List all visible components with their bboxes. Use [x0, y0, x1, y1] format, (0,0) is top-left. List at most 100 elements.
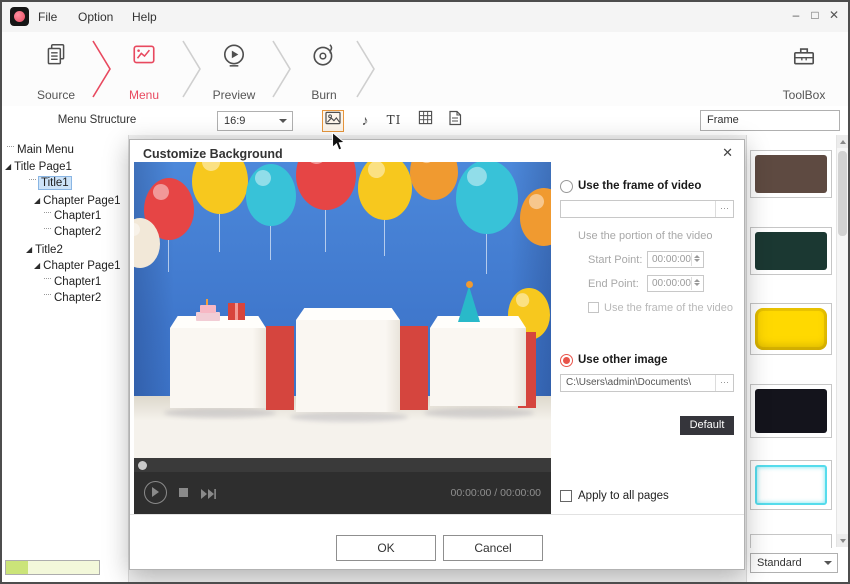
frame-grid-button[interactable]: [414, 110, 436, 132]
apply-all-label: Apply to all pages: [578, 490, 669, 502]
scroll-up-button[interactable]: [837, 135, 848, 148]
spinner-arrows: [691, 277, 702, 290]
expander-icon[interactable]: ◢: [34, 261, 40, 270]
step-preview[interactable]: Preview: [202, 40, 266, 102]
play-button[interactable]: [144, 481, 167, 504]
frame-thumbnail[interactable]: [750, 150, 832, 198]
text-button[interactable]: TI: [383, 110, 405, 132]
frame-swatch: [755, 155, 827, 193]
balloon-string: [325, 208, 326, 252]
tree-item-chapter2[interactable]: Chapter2: [44, 225, 101, 240]
balloon: [410, 162, 458, 200]
tree-item-title2[interactable]: ◢Title2: [26, 242, 63, 257]
scrollbar-thumb[interactable]: [838, 151, 847, 236]
spinner-arrows: [691, 253, 702, 266]
browse-image-button[interactable]: ···: [715, 375, 733, 391]
default-button[interactable]: Default: [680, 416, 734, 435]
expander-icon[interactable]: ◢: [34, 196, 40, 205]
tree-item-chapter-page1b[interactable]: ◢Chapter Page1: [34, 258, 121, 273]
tree-item-main-menu[interactable]: Main Menu: [7, 143, 74, 158]
tree-item-chapter1b[interactable]: Chapter1: [44, 275, 101, 290]
maximize-button[interactable]: □: [807, 2, 823, 32]
frame-style-value: Standard: [757, 554, 802, 572]
browse-video-button[interactable]: ···: [715, 201, 733, 217]
cube: [430, 328, 526, 406]
step-burn[interactable]: Burn: [292, 40, 356, 102]
close-window-button[interactable]: ✕: [826, 2, 842, 32]
spinner-down-icon[interactable]: [694, 259, 700, 262]
seek-bar[interactable]: [134, 458, 551, 472]
video-player: 00:00:00 / 00:00:00: [134, 162, 551, 514]
cube: [296, 320, 400, 412]
tree-item-label: Title Page1: [14, 161, 72, 173]
tree-item-chapter-page1[interactable]: ◢Chapter Page1: [34, 193, 121, 208]
cube-red-side: [266, 326, 294, 410]
frame-selector[interactable]: Frame: [700, 110, 840, 131]
tree-item-label: Chapter2: [54, 292, 101, 304]
portion-label: Use the portion of the video: [578, 230, 713, 242]
radio-use-frame-of-video[interactable]: [560, 180, 573, 193]
dialog-footer: OK Cancel: [130, 514, 744, 569]
image-icon: [325, 111, 341, 125]
spinner-up-icon[interactable]: [694, 255, 700, 258]
music-button[interactable]: ♪: [354, 110, 376, 132]
spinner-up-icon[interactable]: [694, 279, 700, 282]
video-frame-path-input[interactable]: ···: [560, 200, 734, 218]
aspect-ratio-dropdown[interactable]: 16:9: [217, 111, 293, 131]
end-point-spinner[interactable]: 00:00:00: [647, 275, 704, 292]
step-separator: [354, 39, 378, 99]
spinner-down-icon[interactable]: [694, 283, 700, 286]
use-frame-checkbox[interactable]: [588, 302, 599, 313]
tree-item-chapter1[interactable]: Chapter1: [44, 209, 101, 224]
minimize-button[interactable]: –: [788, 2, 804, 32]
step-menu[interactable]: Menu: [112, 40, 176, 102]
tree-item-label: Chapter Page1: [43, 260, 120, 272]
preview-icon: [221, 42, 247, 68]
scroll-down-button[interactable]: [837, 534, 848, 547]
grid-icon: [418, 110, 433, 125]
music-note-icon: ♪: [362, 112, 369, 128]
start-point-spinner[interactable]: 00:00:00: [647, 251, 704, 268]
tree-item-title1[interactable]: Title1: [29, 176, 71, 191]
step-toolbox[interactable]: ToolBox: [772, 40, 836, 102]
dialog-title: Customize Background: [143, 147, 283, 161]
video-preview: [134, 162, 551, 458]
menu-help[interactable]: Help: [128, 2, 161, 32]
tree-line: [44, 294, 51, 298]
seek-handle[interactable]: [138, 461, 147, 470]
stop-button[interactable]: [179, 488, 188, 497]
party-hat: [458, 286, 480, 322]
ok-button[interactable]: OK: [336, 535, 436, 561]
menu-option[interactable]: Option: [74, 2, 117, 32]
apply-all-checkbox[interactable]: [560, 490, 572, 502]
frames-scrollbar[interactable]: [836, 135, 848, 547]
frame-thumbnail[interactable]: [750, 460, 832, 510]
tree-item-chapter2b[interactable]: Chapter2: [44, 291, 101, 306]
balloon-string: [384, 218, 385, 256]
frame-thumbnail[interactable]: [750, 303, 832, 355]
menu-icon: [131, 42, 157, 68]
cake-top: [200, 305, 216, 313]
dialog-close-button[interactable]: ✕: [722, 145, 733, 161]
balloon-string: [486, 232, 487, 274]
cancel-button[interactable]: Cancel: [443, 535, 543, 561]
frame-thumbnail[interactable]: [750, 534, 832, 548]
frame-thumbnail[interactable]: [750, 227, 832, 275]
tree-item-title-page1[interactable]: ◢Title Page1: [5, 159, 72, 174]
tree-item-label: Main Menu: [17, 144, 74, 156]
expander-icon[interactable]: ◢: [5, 162, 11, 171]
image-path-input[interactable]: C:\Users\admin\Documents\ ···: [560, 374, 734, 392]
step-label: Menu: [102, 88, 186, 102]
background-image-button[interactable]: [322, 110, 344, 132]
cake-candle: [206, 299, 208, 305]
step-source[interactable]: Source: [24, 40, 88, 102]
menu-file[interactable]: File: [34, 2, 61, 32]
tree-item-label: Title1: [39, 177, 71, 189]
radio-use-other-image[interactable]: [560, 354, 573, 367]
frame-swatch: [755, 232, 827, 270]
frame-thumbnail[interactable]: [750, 384, 832, 438]
expander-icon[interactable]: ◢: [26, 245, 32, 254]
next-frame-button[interactable]: [200, 487, 217, 505]
frame-style-dropdown[interactable]: Standard: [750, 553, 838, 573]
template-file-button[interactable]: [444, 110, 466, 132]
